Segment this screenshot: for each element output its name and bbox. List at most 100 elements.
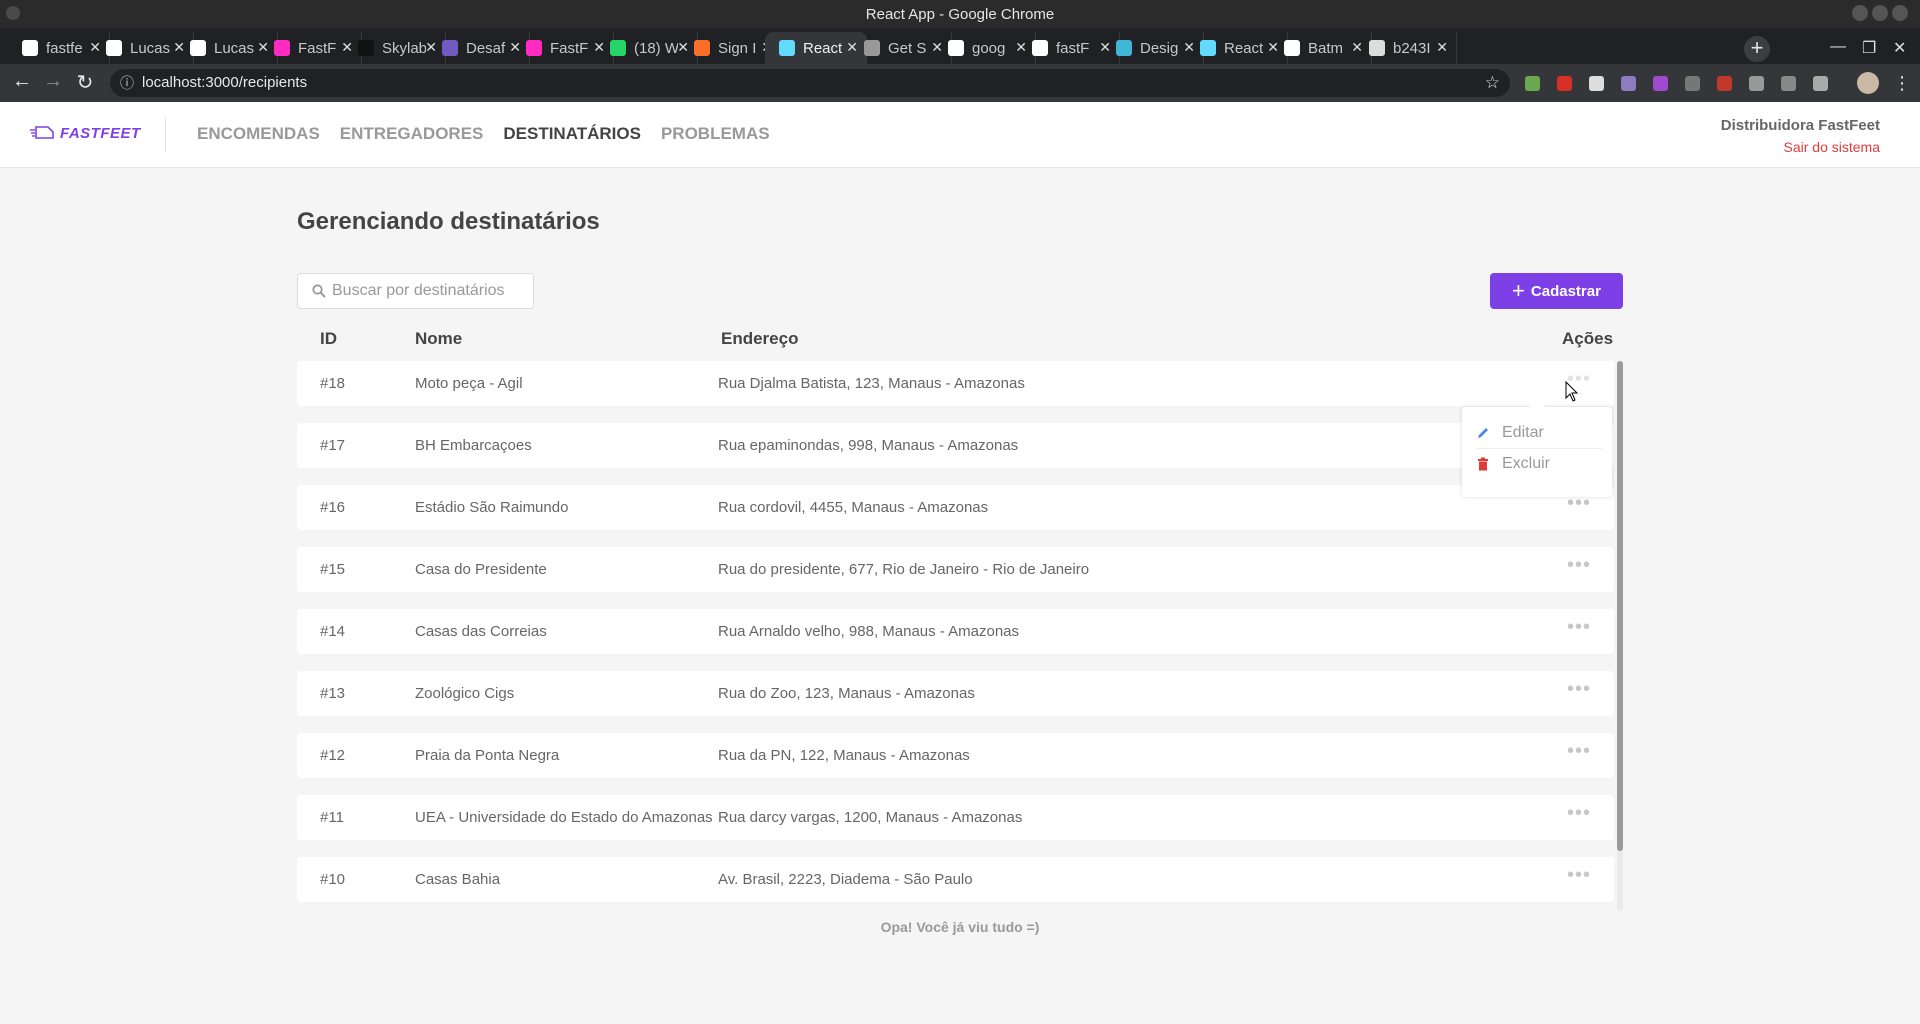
app-header: FASTFEET ENCOMENDAS ENTREGADORES DESTINA…	[0, 102, 1920, 168]
row-address: Av. Brasil, 2223, Diadema - São Paulo	[718, 871, 973, 888]
row-name: Praia da Ponta Negra	[415, 747, 560, 764]
extension-icon[interactable]	[1621, 76, 1636, 91]
extension-icon[interactable]	[1653, 76, 1668, 91]
search-input[interactable]	[332, 282, 527, 300]
row-actions-button[interactable]: •••	[1567, 802, 1591, 825]
browser-menu-icon[interactable]: ⋮	[1893, 73, 1911, 94]
row-address: Rua do Zoo, 123, Manaus - Amazonas	[718, 685, 975, 702]
browser-tab[interactable]: b243I ✕	[1355, 32, 1457, 64]
bookmark-star-icon[interactable]: ☆	[1485, 69, 1500, 97]
adobe-xd-icon	[526, 40, 542, 56]
tab-label: React	[1224, 39, 1264, 57]
user-name: Distribuidora FastFeet	[1720, 117, 1880, 134]
back-icon[interactable]: ←	[9, 70, 35, 93]
scrollbar-thumb[interactable]	[1617, 361, 1623, 851]
delete-menu-item[interactable]: Excluir	[1476, 448, 1602, 479]
github-icon	[1032, 40, 1048, 56]
row-address: Rua do presidente, 677, Rio de Janeiro -…	[718, 561, 1090, 578]
forward-icon[interactable]: →	[40, 70, 66, 93]
pencil-icon	[1478, 427, 1488, 438]
row-name: UEA - Universidade do Estado do Amazonas	[415, 809, 713, 826]
tab-label: fastfe	[46, 39, 83, 57]
globe-icon	[1369, 40, 1385, 56]
row-address: Rua cordovil, 4455, Manaus - Amazonas	[718, 499, 989, 516]
tab-label: Skylab	[382, 39, 426, 57]
extension-icon[interactable]	[1717, 76, 1732, 91]
minimize-icon[interactable]: —	[1830, 38, 1846, 56]
header-divider	[165, 118, 166, 152]
tab-close-icon[interactable]: ✕	[1436, 39, 1448, 56]
table-scrollbar[interactable]	[1617, 361, 1623, 911]
tab-label: Get S	[888, 39, 927, 57]
new-tab-button[interactable]: +	[1744, 36, 1770, 62]
add-button-label: Cadastrar	[1530, 282, 1601, 300]
edit-label: Editar	[1502, 423, 1544, 441]
mouse-cursor-icon	[1565, 381, 1579, 402]
tab-label: Lucas	[214, 39, 255, 57]
row-id: #15	[320, 561, 346, 578]
row-name: Casas das Correias	[415, 623, 547, 640]
github-icon	[106, 40, 122, 56]
browser-toolbar: ← → ↻ ⓘ localhost:3000/recipients ☆ ⋮	[0, 64, 1920, 102]
row-actions-button[interactable]: •••	[1567, 554, 1591, 577]
nav-encomendas[interactable]: ENCOMENDAS	[197, 124, 320, 144]
extension-icon[interactable]	[1525, 76, 1540, 91]
table-row: #14 Casas das Correias Rua Arnaldo velho…	[297, 609, 1614, 654]
plus-icon: +	[1512, 278, 1525, 303]
logout-link[interactable]: Sair do sistema	[1721, 139, 1880, 155]
row-id: #10	[320, 871, 346, 888]
search-icon	[312, 284, 326, 298]
reload-icon[interactable]: ↻	[72, 70, 98, 95]
window-title: React App - Google Chrome	[865, 6, 1055, 23]
row-address: Rua da PN, 122, Manaus - Amazonas	[718, 747, 970, 764]
row-id: #18	[320, 375, 346, 392]
nav-destinatarios[interactable]: DESTINATÁRIOS	[503, 124, 641, 144]
row-actions-button[interactable]: •••	[1567, 678, 1591, 701]
github-icon	[22, 40, 38, 56]
tab-label: Lucas	[130, 39, 171, 57]
row-address: Rua darcy vargas, 1200, Manaus - Amazona…	[718, 809, 1023, 826]
edit-menu-item[interactable]: Editar	[1476, 417, 1602, 448]
row-actions-button[interactable]: •••	[1567, 616, 1591, 639]
row-id: #12	[320, 747, 346, 764]
site-info-icon[interactable]: ⓘ	[120, 69, 134, 97]
row-name: Casas Bahia	[415, 871, 501, 888]
extension-icon[interactable]	[1685, 76, 1700, 91]
row-id: #11	[320, 809, 344, 826]
extension-youtube-icon[interactable]	[1557, 76, 1572, 91]
column-header-actions: Ações	[1562, 329, 1614, 348]
row-actions-button[interactable]: •••	[1567, 740, 1591, 763]
window-minimize-icon[interactable]	[1852, 5, 1868, 21]
nav-entregadores[interactable]: ENTREGADORES	[340, 124, 484, 144]
profile-avatar[interactable]	[1857, 72, 1879, 94]
page-title: Gerenciando destinatários	[297, 208, 600, 235]
row-id: #14	[320, 623, 346, 640]
close-window-icon[interactable]: ✕	[1893, 38, 1906, 58]
row-id: #17	[320, 437, 346, 454]
window-close-icon[interactable]	[1892, 5, 1908, 21]
row-id: #16	[320, 499, 346, 516]
extension-icon[interactable]	[1589, 76, 1604, 91]
window-maximize-icon[interactable]	[1872, 5, 1888, 21]
tab-label: Desaf	[466, 39, 506, 57]
fastfeet-logo[interactable]: FASTFEET	[30, 124, 141, 142]
whatsapp-icon	[610, 40, 626, 56]
row-actions-menu: Editar Excluir	[1462, 399, 1612, 497]
google-icon	[1284, 40, 1300, 56]
extension-icon[interactable]	[1813, 76, 1828, 91]
delete-label: Excluir	[1502, 455, 1551, 472]
add-recipient-button[interactable]: + Cadastrar	[1490, 273, 1623, 309]
extension-icon[interactable]	[1749, 76, 1764, 91]
tab-label: React	[803, 39, 843, 57]
address-bar[interactable]: ⓘ localhost:3000/recipients ☆	[110, 69, 1510, 97]
restore-icon[interactable]: ❐	[1862, 38, 1876, 58]
extension-icon[interactable]	[1781, 76, 1796, 91]
row-address: Rua epaminondas, 998, Manaus - Amazonas	[718, 437, 1019, 454]
row-actions-button[interactable]: •••	[1567, 864, 1591, 887]
trash-icon	[1478, 457, 1488, 471]
url-text: localhost:3000/recipients	[142, 74, 308, 91]
tab-label: fastF	[1056, 39, 1090, 57]
row-name: Moto peça - Agil	[415, 375, 523, 392]
nav-problemas[interactable]: PROBLEMAS	[661, 124, 770, 144]
column-header-address: Endereço	[721, 329, 799, 348]
